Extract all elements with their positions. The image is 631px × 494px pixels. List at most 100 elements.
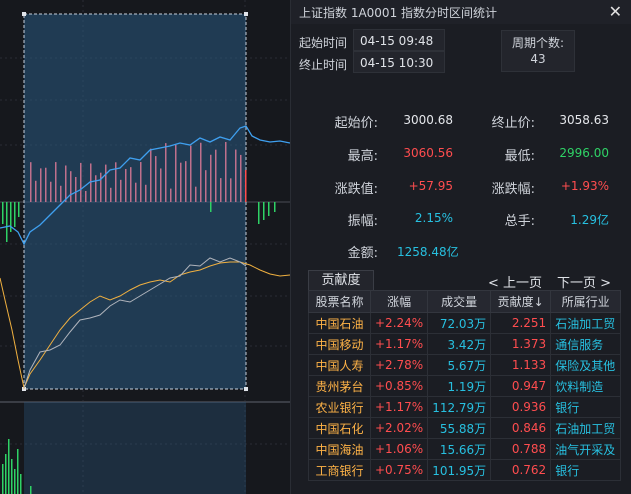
amount-value: 1258.48亿 bbox=[397, 245, 459, 259]
end-time-field[interactable]: 04-15 10:30 bbox=[353, 51, 445, 73]
change-pct-cell: +2.24% bbox=[369, 312, 429, 334]
up-bar bbox=[60, 185, 62, 202]
table-row[interactable]: 中国石化 +2.02% 55.88万 0.846 石油加工贸 bbox=[308, 417, 622, 439]
column-header[interactable]: 贡献度↓ bbox=[490, 290, 552, 313]
table-row[interactable]: 工商银行 +0.75% 101.95万 0.762 银行 bbox=[308, 459, 622, 481]
down-bar bbox=[14, 202, 16, 227]
up-bar bbox=[145, 184, 147, 202]
up-bar bbox=[125, 168, 127, 202]
up-bar bbox=[230, 178, 232, 202]
industry-cell: 油气开采及 bbox=[550, 438, 622, 460]
stock-name-cell: 中国人寿 bbox=[308, 354, 371, 376]
volume-cell: 112.79万 bbox=[427, 396, 492, 418]
up-bar bbox=[155, 156, 157, 202]
table-row[interactable]: 农业银行 +1.17% 112.79万 0.936 银行 bbox=[308, 396, 622, 418]
down-bar bbox=[263, 202, 265, 220]
next-page-button[interactable]: 下一页 > bbox=[557, 272, 611, 291]
volume-bar bbox=[17, 449, 19, 494]
up-bar bbox=[160, 168, 162, 202]
up-bar bbox=[150, 148, 152, 202]
volume-bar bbox=[8, 439, 10, 494]
amplitude-value: 2.15% bbox=[414, 211, 453, 225]
table-row[interactable]: 中国人寿 +2.78% 5.67万 1.133 保险及其他 bbox=[308, 354, 622, 376]
up-bar bbox=[85, 190, 87, 202]
volume-bar bbox=[20, 474, 22, 494]
up-bar bbox=[50, 181, 52, 202]
contribution-cell: 2.251 bbox=[490, 312, 552, 334]
up-bar bbox=[30, 162, 32, 202]
table-row[interactable]: 中国移动 +1.17% 3.42万 1.373 通信服务 bbox=[308, 333, 622, 355]
start-time-field[interactable]: 04-15 09:48 bbox=[353, 29, 445, 51]
down-bar bbox=[268, 202, 270, 216]
up-bar bbox=[165, 143, 167, 202]
contribution-cell: 1.133 bbox=[490, 354, 552, 376]
volume-cell: 1.19万 bbox=[427, 375, 492, 397]
contribution-cell: 0.947 bbox=[490, 375, 552, 397]
table-row[interactable]: 中国石油 +2.24% 72.03万 2.251 石油加工贸 bbox=[308, 312, 622, 334]
window-title: 上证指数 1A0001 指数分时区间统计 bbox=[299, 6, 498, 20]
close-icon[interactable]: ✕ bbox=[609, 2, 622, 21]
up-bar bbox=[140, 162, 142, 202]
industry-cell: 通信服务 bbox=[550, 333, 622, 355]
industry-cell: 银行 bbox=[550, 459, 622, 481]
up-bar bbox=[35, 180, 37, 202]
contribution-cell: 0.788 bbox=[490, 438, 552, 460]
volume-cell: 5.67万 bbox=[427, 354, 492, 376]
low-value: 2996.00 bbox=[559, 146, 609, 160]
stock-name-cell: 中国海油 bbox=[308, 438, 371, 460]
volume-bar bbox=[14, 469, 16, 494]
table-row[interactable]: 中国海油 +1.06% 15.66万 0.788 油气开采及 bbox=[308, 438, 622, 460]
volume-bar bbox=[11, 459, 13, 494]
table-row[interactable]: 贵州茅台 +0.85% 1.19万 0.947 饮料制造 bbox=[308, 375, 622, 397]
up-bar bbox=[105, 164, 107, 202]
up-bar bbox=[180, 162, 182, 202]
change-pct-cell: +2.02% bbox=[369, 417, 429, 439]
amplitude-label: 振幅: bbox=[347, 214, 378, 229]
tab-contribution[interactable]: 贡献度 bbox=[308, 270, 374, 290]
industry-cell: 保险及其他 bbox=[550, 354, 622, 376]
volume-bar bbox=[5, 454, 7, 494]
change-pct-value: +1.93% bbox=[560, 179, 609, 193]
period-count-value: 43 bbox=[530, 52, 546, 66]
stock-name-cell: 中国移动 bbox=[308, 333, 371, 355]
amount-label: 金额: bbox=[347, 246, 378, 261]
contribution-cell: 0.936 bbox=[490, 396, 552, 418]
end-price-label: 终止价: bbox=[491, 116, 535, 131]
volume-cell: 101.95万 bbox=[427, 459, 492, 481]
up-bar bbox=[100, 172, 102, 202]
volume-label: 总手: bbox=[504, 214, 535, 229]
start-price-label: 起始价: bbox=[334, 116, 378, 131]
up-bar bbox=[210, 154, 212, 202]
up-bar bbox=[170, 188, 172, 202]
title-bar: 上证指数 1A0001 指数分时区间统计 ✕ bbox=[291, 0, 631, 24]
column-header[interactable]: 成交量 bbox=[427, 290, 492, 313]
up-bar bbox=[245, 169, 247, 202]
industry-cell: 石油加工贸 bbox=[550, 417, 622, 439]
up-bar bbox=[185, 161, 187, 202]
table-header-row: 股票名称 涨幅 成交量 贡献度↓ 所属行业 bbox=[308, 290, 622, 313]
up-bar bbox=[45, 167, 47, 202]
start-price-value: 3000.68 bbox=[403, 113, 453, 127]
up-bar bbox=[215, 149, 217, 202]
up-bar bbox=[130, 167, 132, 202]
up-bar bbox=[190, 145, 192, 202]
volume-bar bbox=[30, 486, 32, 494]
prev-page-button[interactable]: < 上一页 bbox=[488, 272, 542, 291]
stock-name-cell: 工商银行 bbox=[308, 459, 371, 481]
change-label: 涨跌值: bbox=[334, 182, 378, 197]
down-bar bbox=[2, 202, 4, 224]
industry-cell: 石油加工贸 bbox=[550, 312, 622, 334]
up-bar bbox=[240, 154, 242, 202]
column-header[interactable]: 股票名称 bbox=[308, 290, 371, 313]
column-header[interactable]: 涨幅 bbox=[369, 290, 429, 313]
stock-name-cell: 贵州茅台 bbox=[308, 375, 371, 397]
intraday-chart[interactable] bbox=[0, 0, 290, 494]
column-header[interactable]: 所属行业 bbox=[550, 290, 622, 313]
stock-name-cell: 中国石油 bbox=[308, 312, 371, 334]
down-bar bbox=[6, 202, 8, 242]
volume-cell: 3.42万 bbox=[427, 333, 492, 355]
change-pct-label: 涨跌幅: bbox=[491, 182, 535, 197]
interval-stats-panel: 上证指数 1A0001 指数分时区间统计 ✕ 起始时间 04-15 09:48 … bbox=[290, 0, 631, 494]
volume-cell: 72.03万 bbox=[427, 312, 492, 334]
volume-value: 1.29亿 bbox=[570, 213, 609, 227]
